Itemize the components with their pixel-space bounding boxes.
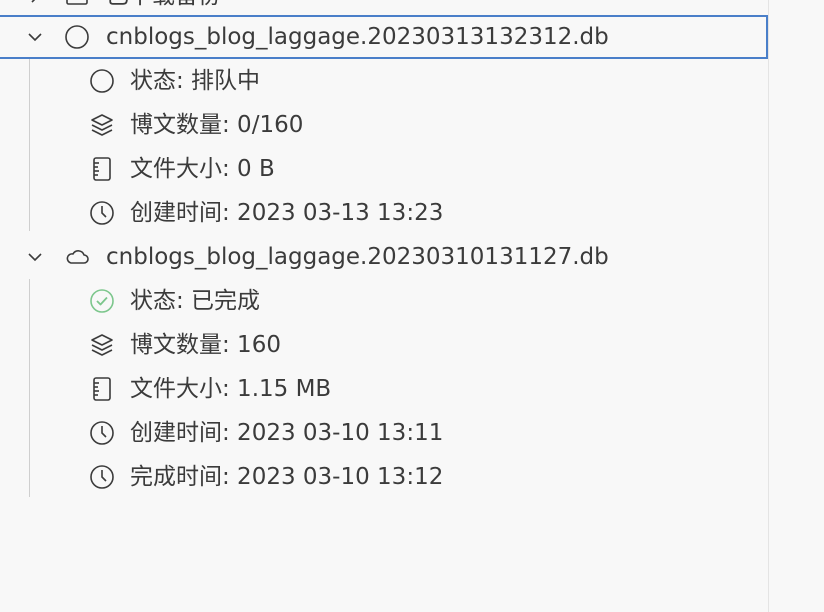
chevron-down-icon[interactable] (24, 246, 46, 268)
tree-item-backup-file[interactable]: cnblogs_blog_laggage.20230310131127.db (0, 235, 768, 279)
clock-icon (90, 465, 114, 489)
layers-icon (91, 114, 113, 136)
status-text: 状态: 排队中 (130, 68, 261, 94)
detail-file-size[interactable]: 文件大小: 0 B (0, 147, 768, 191)
status-text: 状态: 已完成 (130, 288, 261, 314)
backup-filename: cnblogs_blog_laggage.20230313132312.db (106, 24, 609, 50)
clock-icon (90, 201, 114, 225)
circle-outline-icon (90, 69, 114, 93)
detail-status[interactable]: 状态: 排队中 (0, 59, 768, 103)
chevron-right-icon[interactable] (24, 0, 46, 7)
detail-status[interactable]: 状态: 已完成 (0, 279, 768, 323)
completed-time-text: 完成时间: 2023 03-10 13:12 (130, 464, 444, 490)
panel-divider (768, 0, 769, 612)
detail-completed-time[interactable]: 完成时间: 2023 03-10 13:12 (0, 455, 768, 499)
created-time-text: 创建时间: 2023 03-13 13:23 (130, 200, 444, 226)
post-count-text: 博文数量: 0/160 (130, 112, 304, 138)
cloud-icon (66, 250, 89, 264)
ruler-icon (93, 157, 111, 181)
tree-item-backup-file[interactable]: cnblogs_blog_laggage.20230313132312.db (0, 15, 768, 59)
ruler-icon (93, 377, 111, 401)
file-size-text: 文件大小: 1.15 MB (130, 376, 332, 402)
chevron-down-icon[interactable] (24, 26, 46, 48)
detail-post-count[interactable]: 博文数量: 160 (0, 323, 768, 367)
post-count-text: 博文数量: 160 (130, 332, 281, 358)
detail-created-time[interactable]: 创建时间: 2023 03-13 13:23 (0, 191, 768, 235)
layers-icon (91, 334, 113, 356)
file-size-text: 文件大小: 0 B (130, 156, 275, 182)
tree-item-label: 已下载备份 (106, 0, 221, 10)
detail-created-time[interactable]: 创建时间: 2023 03-10 13:11 (0, 411, 768, 455)
circle-outline-icon (65, 25, 89, 49)
detail-file-size[interactable]: 文件大小: 1.15 MB (0, 367, 768, 411)
folder-icon (66, 0, 88, 5)
check-circle-icon (90, 289, 114, 313)
backup-tree-view: 已下载备份 cnblogs_blog_laggage.2023031313231… (0, 0, 768, 612)
created-time-text: 创建时间: 2023 03-10 13:11 (130, 420, 444, 446)
clock-icon (90, 421, 114, 445)
backup-filename: cnblogs_blog_laggage.20230310131127.db (106, 244, 609, 270)
detail-post-count[interactable]: 博文数量: 0/160 (0, 103, 768, 147)
